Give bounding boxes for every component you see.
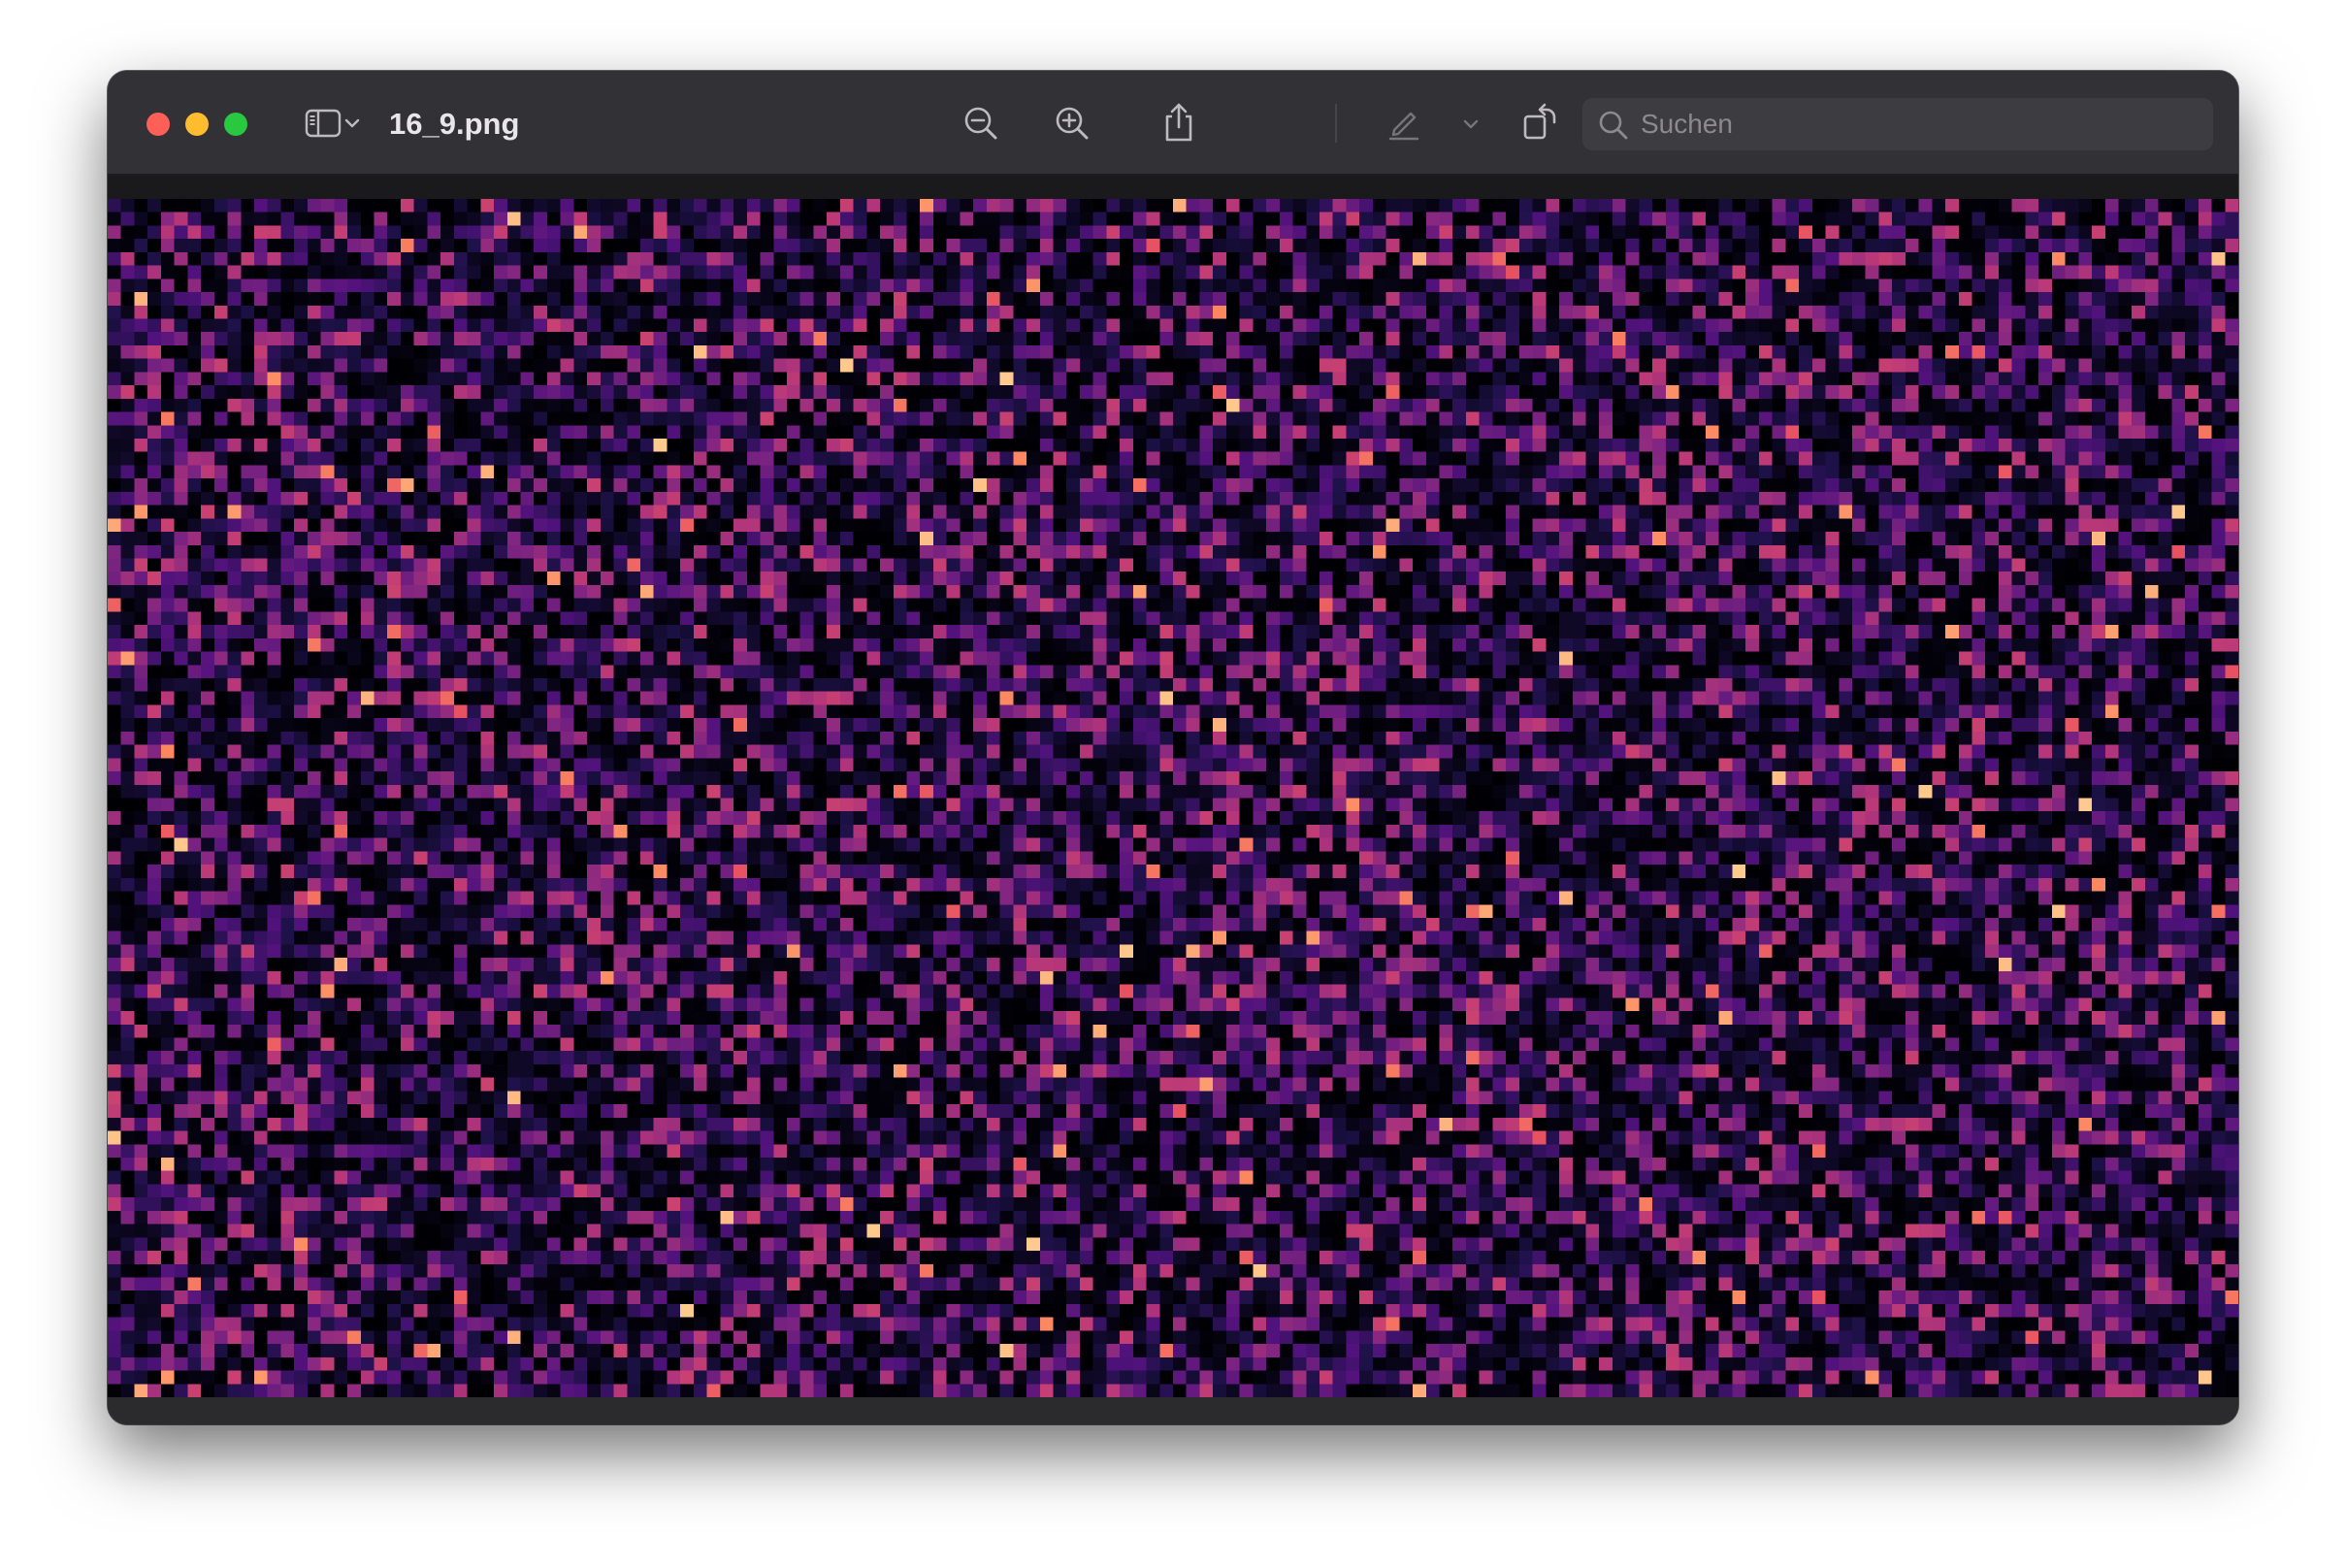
document-title: 16_9.png [389, 107, 520, 141]
search-input[interactable] [1641, 98, 2194, 150]
rotate-icon [1523, 103, 1556, 140]
heatmap-image [108, 199, 2238, 1397]
close-button[interactable] [147, 113, 170, 136]
zoom-out-button[interactable] [958, 102, 1004, 145]
fullscreen-button[interactable] [224, 113, 247, 136]
markup-options-button[interactable] [1456, 110, 1485, 139]
sidebar-toggle-button[interactable] [299, 106, 367, 141]
toolbar-separator [1335, 104, 1337, 143]
title-bar: 16_9.png [108, 71, 2238, 176]
chevron-down-icon [1463, 119, 1479, 129]
share-button[interactable] [1156, 98, 1202, 147]
search-icon [1599, 111, 1628, 140]
zoom-out-icon [964, 107, 997, 140]
zoom-in-icon [1056, 107, 1089, 140]
chevron-down-icon [344, 118, 360, 128]
preview-window: 16_9.png [108, 71, 2238, 1424]
window-bottom-edge [108, 1397, 2238, 1424]
pen-icon [1388, 112, 1419, 141]
sidebar-icon [305, 109, 342, 138]
share-icon [1165, 103, 1192, 142]
search-field[interactable] [1582, 98, 2213, 150]
zoom-in-button[interactable] [1049, 102, 1095, 145]
rotate-button[interactable] [1516, 98, 1565, 147]
minimize-button[interactable] [185, 113, 209, 136]
markup-pen-button[interactable] [1381, 100, 1427, 145]
image-view[interactable] [108, 199, 2238, 1397]
toolbar-divider [108, 176, 2238, 199]
